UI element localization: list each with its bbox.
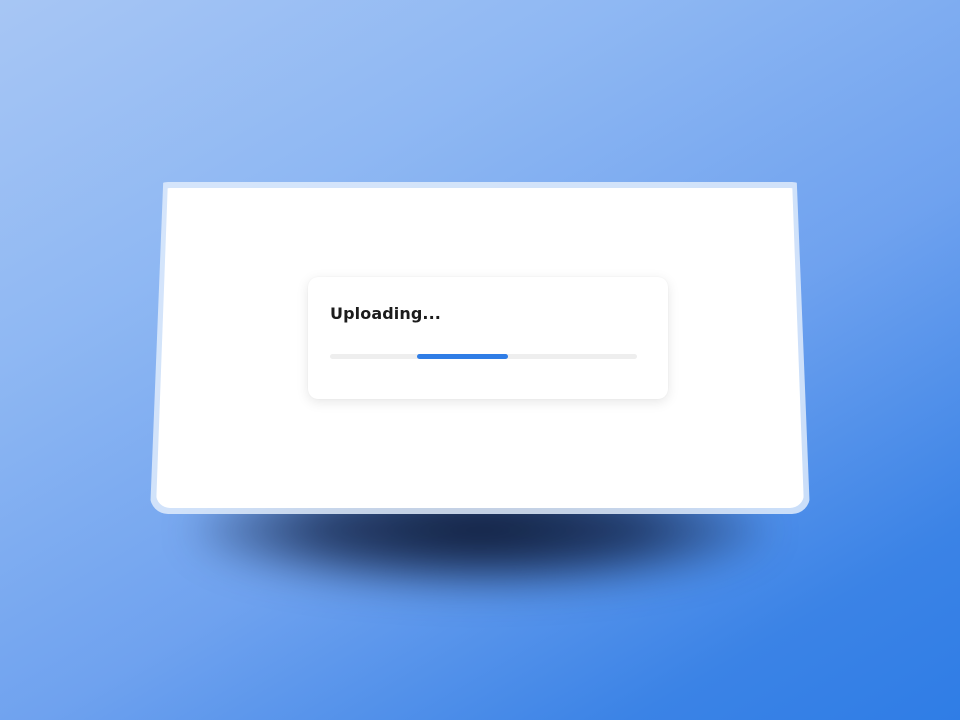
upload-progress-fill (417, 354, 508, 359)
upload-status-label: Uploading... (330, 304, 441, 323)
upload-progress-bar (330, 354, 637, 359)
upload-dialog: Uploading... (308, 277, 668, 399)
